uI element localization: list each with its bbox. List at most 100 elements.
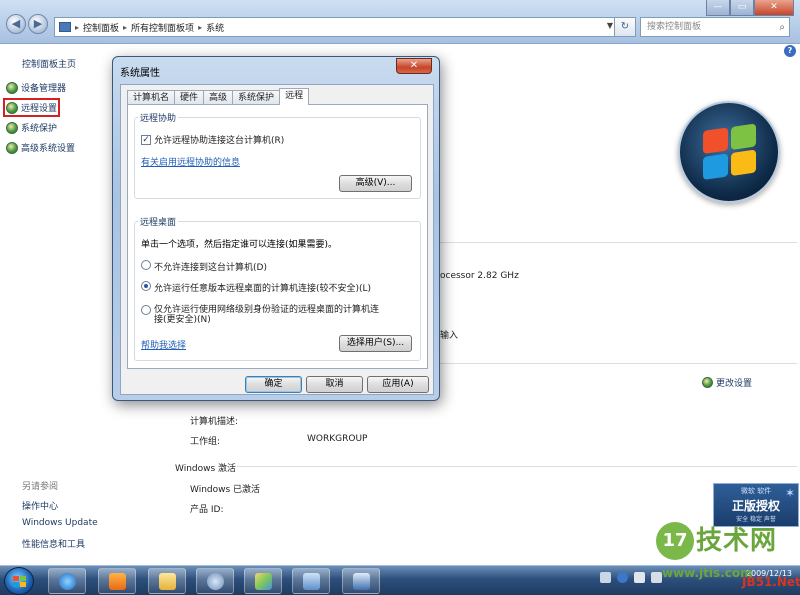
see-also-action-center[interactable]: 操作中心 <box>22 499 58 512</box>
tray-keyboard-icon[interactable] <box>600 572 611 583</box>
tab-system-protection[interactable]: 系统保护 <box>232 90 281 105</box>
shield-icon <box>6 121 18 134</box>
taskbar-internet-explorer[interactable] <box>48 568 86 594</box>
paint-icon <box>255 573 272 590</box>
sidebar-item-advanced-settings[interactable]: 高级系统设置 <box>6 141 75 154</box>
star-icon: ✶ <box>784 486 795 500</box>
tab-remote[interactable]: 远程 <box>279 88 310 105</box>
change-settings-link[interactable]: 更改设置 <box>702 376 752 389</box>
workgroup-value: WORKGROUP <box>307 434 368 444</box>
taskbar-app[interactable] <box>196 568 234 594</box>
search-placeholder: 搜索控制面板 <box>647 22 702 32</box>
remote-assistance-info-link[interactable]: 有关启用远程协助的信息 <box>141 155 240 168</box>
tab-hardware[interactable]: 硬件 <box>174 90 205 105</box>
flag-blue-pane <box>703 153 728 180</box>
sidebar-item-device-manager[interactable]: 设备管理器 <box>6 81 66 94</box>
back-arrow-icon[interactable]: ◀ <box>6 14 26 34</box>
processor-speed: ocessor 2.82 GHz <box>440 271 519 281</box>
radio-label: 仅允许运行使用网络级别身份验证的远程桌面的计算机连接(更安全)(N) <box>154 305 380 325</box>
sidebar-item-label: 设备管理器 <box>21 84 67 94</box>
see-also-windows-update[interactable]: Windows Update <box>22 518 98 528</box>
radio-allow-nla-only[interactable]: 仅允许运行使用网络级别身份验证的远程桌面的计算机连接(更安全)(N) <box>141 305 386 325</box>
breadcrumb-system[interactable]: 系统 <box>206 21 224 34</box>
checkbox-checked-icon[interactable]: ✓ <box>141 134 151 145</box>
apply-button[interactable]: 应用(A) <box>367 376 429 393</box>
address-bar[interactable]: ▸ 控制面板 ▸ 所有控制面板项 ▸ 系统 ▼ <box>54 17 636 37</box>
sidebar-item-remote-settings[interactable]: 远程设置 <box>2 98 61 117</box>
radio-off-icon[interactable] <box>141 305 151 315</box>
sidebar-item-system-protection[interactable]: 系统保护 <box>6 121 57 134</box>
close-button[interactable]: ✕ <box>754 0 794 16</box>
app-icon <box>207 573 224 590</box>
windows-logo-icon <box>678 101 780 203</box>
partial-text: 输入 <box>440 331 459 341</box>
select-users-button[interactable]: 选择用户(S)... <box>339 335 412 352</box>
control-panel-icon <box>303 573 320 590</box>
breadcrumb-separator-icon: ▸ <box>198 22 203 32</box>
sidebar-item-label: 高级系统设置 <box>21 144 76 154</box>
dialog-body: 计算机名 硬件 高级 系统保护 远程 远程协助 ✓ 允许远程协助连接这台计算机(… <box>120 84 434 395</box>
radio-off-icon[interactable] <box>141 260 151 270</box>
radio-label: 不允许连接到这台计算机(D) <box>154 263 267 273</box>
change-settings-label: 更改设置 <box>716 379 753 389</box>
advanced-button[interactable]: 高级(V)... <box>339 175 412 192</box>
windows-flag-icon <box>13 576 26 588</box>
search-input[interactable]: 搜索控制面板 ⌕ <box>640 17 790 37</box>
watermark-site: JB51.Net <box>742 575 800 589</box>
shield-icon <box>6 81 18 94</box>
taskbar-media-player[interactable] <box>98 568 136 594</box>
breadcrumb-all-items[interactable]: 所有控制面板项 <box>131 21 194 34</box>
workgroup-label: 工作组: <box>190 437 221 447</box>
activation-heading: Windows 激活 <box>175 464 237 474</box>
remote-tab-page: 远程协助 ✓ 允许远程协助连接这台计算机(R) 有关启用远程协助的信息 高级(V… <box>127 104 428 369</box>
radio-allow-any-version[interactable]: 允许运行任意版本远程桌面的计算机连接(较不安全)(L) <box>141 281 371 294</box>
watermark-text: 技术网 <box>696 526 778 556</box>
help-icon[interactable]: ? <box>784 45 796 57</box>
radio-label: 允许运行任意版本远程桌面的计算机连接(较不安全)(L) <box>154 284 372 294</box>
explorer-titlebar: ◀ ▶ ▸ 控制面板 ▸ 所有控制面板项 ▸ 系统 ▼ ↻ 搜索控制面板 ⌕ —… <box>0 0 800 44</box>
shield-icon <box>6 141 18 154</box>
allow-remote-assistance-checkbox[interactable]: ✓ 允许远程协助连接这台计算机(R) <box>141 133 284 146</box>
maximize-button[interactable]: ▭ <box>730 0 754 16</box>
forward-arrow-icon[interactable]: ▶ <box>28 14 48 34</box>
search-icon[interactable]: ⌕ <box>779 19 785 37</box>
dialog-close-button[interactable]: ✕ <box>396 58 432 74</box>
help-me-choose-link[interactable]: 帮助我选择 <box>141 338 186 351</box>
folder-icon <box>159 573 176 590</box>
chevron-down-icon[interactable]: ▼ <box>607 21 613 30</box>
computer-description-label: 计算机描述: <box>190 417 239 427</box>
control-panel-home-link[interactable]: 控制面板主页 <box>22 57 76 70</box>
minimize-button[interactable]: — <box>706 0 730 16</box>
sidebar-item-label: 系统保护 <box>21 124 58 134</box>
window-controls: — ▭ ✕ <box>706 0 794 16</box>
ok-button[interactable]: 确定 <box>245 376 302 393</box>
remote-desktop-title: 远程桌面 <box>138 215 179 228</box>
tab-advanced[interactable]: 高级 <box>203 90 234 105</box>
watermark-url: www.jtis.com <box>662 566 753 580</box>
see-also-performance-tools[interactable]: 性能信息和工具 <box>22 537 85 550</box>
taskbar-control-panel[interactable] <box>292 568 330 594</box>
radio-deny-connections[interactable]: 不允许连接到这台计算机(D) <box>141 260 267 273</box>
shield-icon <box>6 101 18 114</box>
product-id-label: 产品 ID: <box>190 505 224 515</box>
cancel-button[interactable]: 取消 <box>306 376 363 393</box>
radio-on-icon[interactable] <box>141 281 151 291</box>
start-button[interactable] <box>4 567 34 595</box>
dialog-tabs: 计算机名 硬件 高级 系统保护 远程 <box>127 88 310 105</box>
flag-green-pane <box>731 123 756 150</box>
breadcrumb-separator-icon: ▸ <box>123 22 128 32</box>
flag-green-pane <box>20 576 26 581</box>
taskbar-paint[interactable] <box>244 568 282 594</box>
tray-network-icon[interactable] <box>634 572 645 583</box>
flag-yellow-pane <box>731 149 756 176</box>
watermark-logo: 17 <box>656 522 694 560</box>
taskbar-explorer[interactable] <box>148 568 186 594</box>
tab-computer-name[interactable]: 计算机名 <box>127 90 176 105</box>
activation-status: Windows 已激活 <box>190 485 261 495</box>
refresh-button[interactable]: ↻ <box>614 17 636 37</box>
breadcrumb-control-panel[interactable]: 控制面板 <box>83 21 119 34</box>
computer-icon <box>59 22 71 32</box>
system-tray <box>600 572 662 583</box>
tray-help-icon[interactable] <box>617 572 628 583</box>
taskbar-system-window[interactable] <box>342 568 380 594</box>
